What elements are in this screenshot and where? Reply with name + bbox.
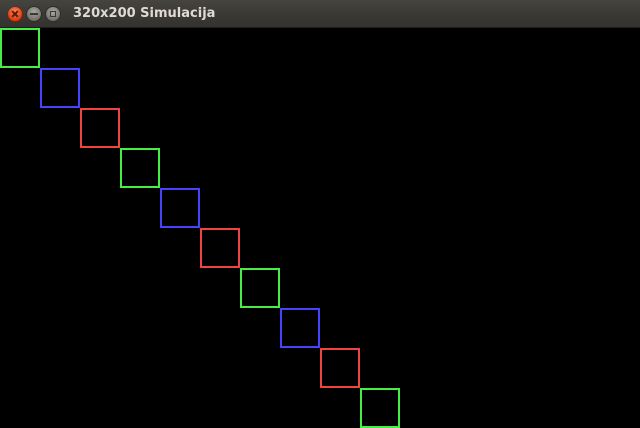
simulation-square	[200, 228, 240, 268]
simulation-square	[0, 28, 40, 68]
simulation-square	[160, 188, 200, 228]
close-button[interactable]	[7, 6, 23, 22]
simulation-square	[360, 388, 400, 428]
close-icon	[11, 10, 19, 18]
simulation-square	[80, 108, 120, 148]
simulation-square	[40, 68, 80, 108]
simulation-drawing	[0, 28, 400, 428]
maximize-button[interactable]	[45, 6, 61, 22]
minimize-button[interactable]	[26, 6, 42, 22]
simulation-square	[320, 348, 360, 388]
simulation-canvas	[0, 28, 640, 428]
simulation-square	[240, 268, 280, 308]
title-bar[interactable]: 320x200 Simulacija	[0, 0, 640, 28]
minimize-icon	[30, 13, 38, 15]
simulation-square	[120, 148, 160, 188]
window-title: 320x200 Simulacija	[73, 6, 216, 21]
maximize-icon	[50, 11, 56, 17]
application-window: 320x200 Simulacija	[0, 0, 640, 428]
simulation-square	[280, 308, 320, 348]
